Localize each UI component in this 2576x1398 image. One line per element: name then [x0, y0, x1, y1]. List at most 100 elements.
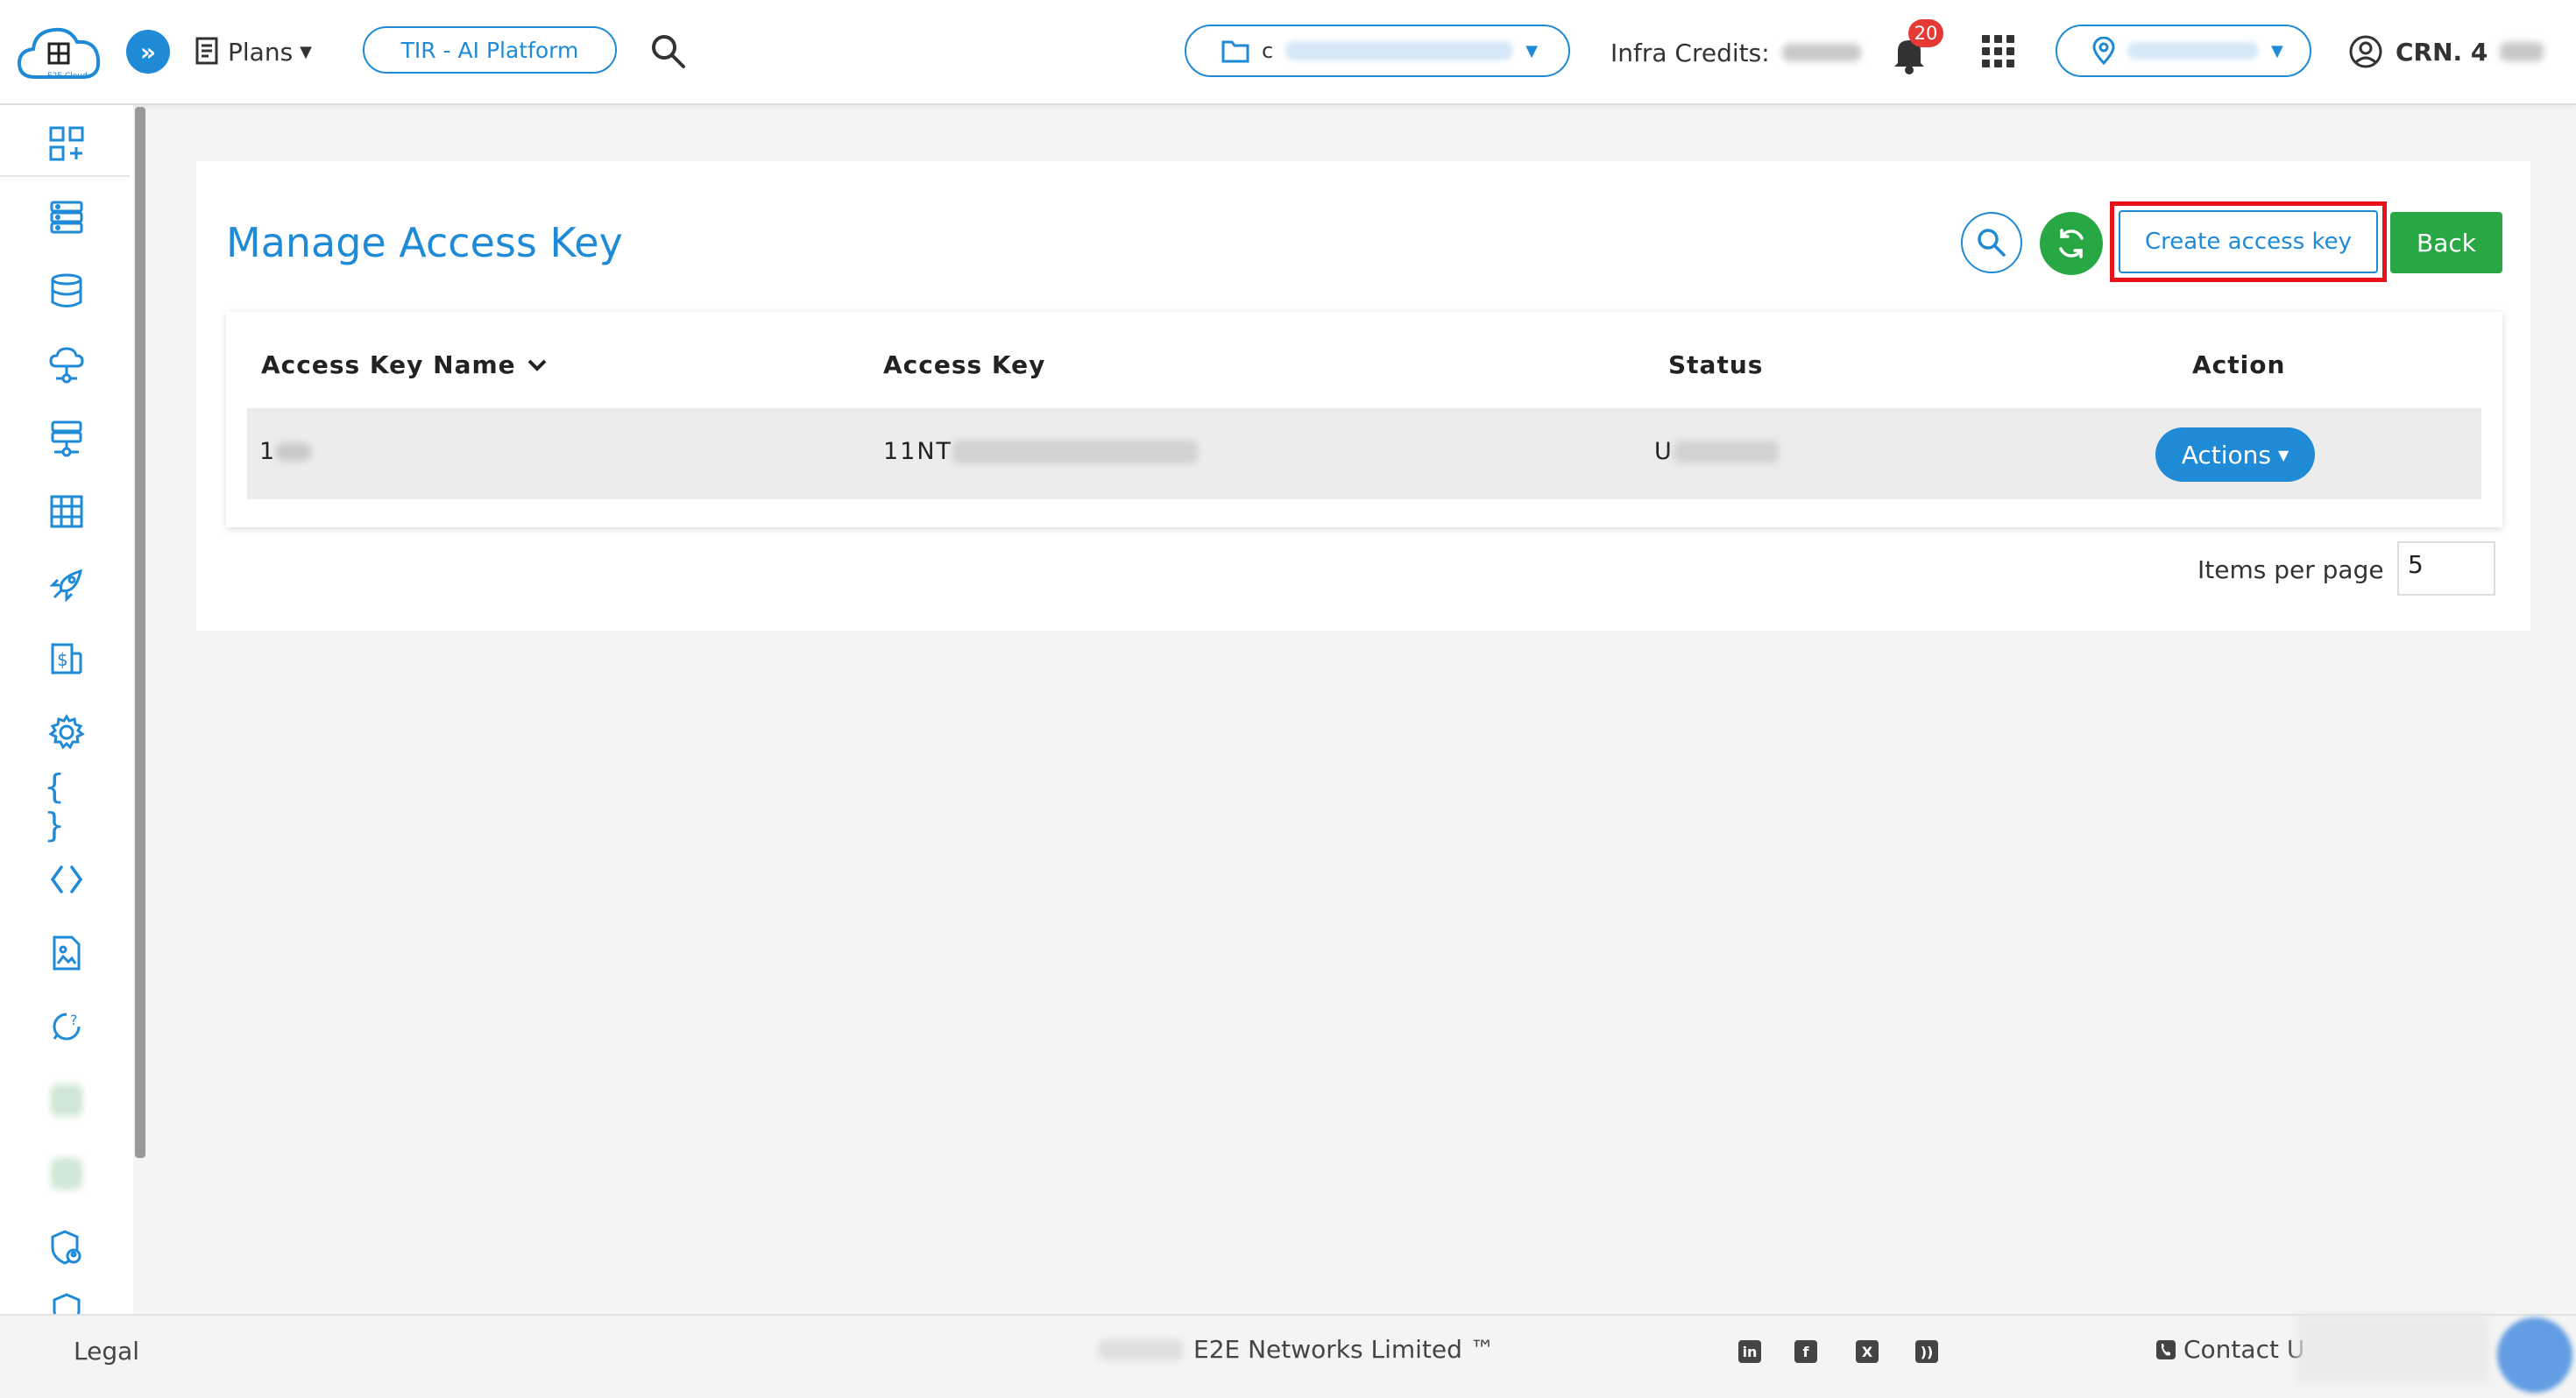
- expand-sidebar-button[interactable]: »: [126, 30, 170, 74]
- svg-text:$: $: [57, 649, 68, 670]
- items-per-page-label: Items per page: [2197, 555, 2384, 584]
- column-header-label: Access Key: [883, 350, 1046, 379]
- column-header-label: Action: [2192, 350, 2286, 379]
- sidebar-item-database[interactable]: [44, 268, 89, 314]
- sidebar-item-servers[interactable]: [44, 194, 89, 240]
- chevron-down-icon: ▼: [300, 42, 312, 61]
- search-icon[interactable]: [648, 32, 689, 72]
- sidebar-item-blurred-1[interactable]: [44, 1077, 89, 1123]
- access-key-value-redacted: [952, 439, 1199, 464]
- sidebar-divider: [0, 175, 130, 177]
- access-key-name-redacted: [276, 442, 312, 461]
- copyright-year-redacted: [1099, 1338, 1183, 1360]
- infra-credits-value-redacted: [1781, 44, 1861, 61]
- column-header-status: Status: [1668, 350, 1763, 379]
- sidebar-item-dashboard[interactable]: [44, 121, 89, 166]
- refresh-button[interactable]: [2040, 212, 2103, 275]
- sidebar-item-api[interactable]: { }: [44, 767, 89, 844]
- plans-menu[interactable]: Plans ▼: [195, 30, 312, 74]
- create-access-key-button[interactable]: Create access key: [2119, 210, 2378, 273]
- project-select[interactable]: c ▼: [1185, 25, 1570, 77]
- location-select[interactable]: ▼: [2056, 25, 2311, 77]
- crn-label: CRN. 4: [2396, 37, 2488, 67]
- sidebar-item-blurred-2[interactable]: [44, 1151, 89, 1197]
- chevron-down-icon: ▼: [2271, 41, 2283, 60]
- search-icon: [1978, 229, 2006, 257]
- project-name: c: [1262, 39, 1274, 63]
- sidebar-item-network[interactable]: [44, 415, 89, 461]
- sidebar-item-documents[interactable]: [44, 930, 89, 976]
- location-pin-icon: [2092, 37, 2115, 65]
- facebook-icon[interactable]: f: [1794, 1340, 1817, 1363]
- contact-us-link[interactable]: Contact U: [2155, 1335, 2304, 1364]
- sidebar-item-grid[interactable]: [44, 489, 89, 534]
- copyright-text: E2E Networks Limited ™: [1193, 1335, 1495, 1364]
- blurred-icon: [51, 1084, 82, 1116]
- svg-text:?: ?: [70, 1012, 78, 1028]
- code-icon: [50, 865, 83, 893]
- document-image-icon: [53, 936, 81, 971]
- column-header-action: Action: [2192, 350, 2285, 379]
- blurred-icon: [51, 1158, 82, 1190]
- rss-icon[interactable]: )): [1915, 1340, 1938, 1363]
- x-twitter-icon[interactable]: X: [1856, 1340, 1879, 1363]
- infra-credits: Infra Credits:: [1610, 32, 1861, 74]
- row-actions-dropdown[interactable]: Actions ▼: [2155, 427, 2315, 482]
- notification-badge: 20: [1908, 19, 1943, 47]
- network-icon: [51, 420, 82, 457]
- status-value-redacted: [1673, 440, 1779, 463]
- gear-icon: [48, 714, 85, 750]
- linkedin-icon[interactable]: in: [1738, 1340, 1761, 1363]
- sidebar-item-settings[interactable]: [44, 710, 89, 755]
- actions-label: Actions: [2181, 440, 2271, 470]
- sidebar-item-code[interactable]: [44, 857, 89, 902]
- cloud-network-icon: [49, 347, 84, 384]
- search-button[interactable]: [1961, 212, 2022, 273]
- chat-refresh-icon: ?: [53, 1012, 81, 1041]
- column-header-name[interactable]: Access Key Name: [261, 350, 548, 379]
- code-braces-icon: { }: [44, 767, 66, 844]
- sidebar-item-deploy[interactable]: [44, 562, 89, 608]
- status-value: U: [1654, 438, 1674, 465]
- user-account-menu[interactable]: CRN. 4: [2348, 30, 2544, 74]
- access-key-value: 11NT: [883, 438, 953, 465]
- column-header-label: Status: [1668, 350, 1764, 379]
- rocket-icon: [49, 568, 83, 603]
- shield-user-icon: [51, 1230, 81, 1265]
- access-key-name-cell: 1: [259, 438, 312, 465]
- sidebar-item-billing[interactable]: $: [44, 636, 89, 681]
- chevron-down-icon: ▼: [1525, 41, 1539, 60]
- apps-grid-icon[interactable]: [1982, 35, 2014, 67]
- sidebar-item-support[interactable]: ?: [44, 1004, 89, 1049]
- copyright: E2E Networks Limited ™: [1099, 1335, 1495, 1364]
- sidebar-scrollbar[interactable]: [135, 107, 145, 1158]
- contact-label: Contact U: [2183, 1335, 2305, 1364]
- dashboard-icon: [49, 126, 84, 161]
- status-cell: U: [1654, 438, 1779, 465]
- column-header-access-key: Access Key: [883, 350, 1045, 379]
- project-name-redacted: [1285, 41, 1514, 60]
- access-key-cell: 11NT: [883, 438, 1199, 465]
- items-per-page-input[interactable]: 5: [2397, 541, 2495, 596]
- phone-icon: [2156, 1339, 2176, 1359]
- sidebar-item-cloud-network[interactable]: [44, 342, 89, 387]
- page-title: Manage Access Key: [226, 219, 623, 266]
- location-name-redacted: [2127, 42, 2259, 60]
- grid-table-icon: [50, 495, 83, 528]
- legal-link[interactable]: Legal: [74, 1337, 139, 1366]
- refresh-icon: [2059, 229, 2084, 258]
- access-key-name: 1: [259, 438, 277, 465]
- user-circle-icon: [2349, 35, 2382, 68]
- logo-text: E2E Cloud: [47, 72, 88, 81]
- plans-label: Plans: [228, 37, 294, 67]
- billing-icon: $: [51, 643, 82, 674]
- sidebar-item-security-user[interactable]: [44, 1225, 89, 1270]
- crn-value-redacted: [2500, 42, 2544, 61]
- database-icon: [51, 273, 82, 307]
- chat-widget-button[interactable]: [2497, 1317, 2572, 1393]
- back-button[interactable]: Back: [2390, 212, 2502, 273]
- sort-chevron-down-icon: [527, 359, 547, 371]
- tir-ai-platform-button[interactable]: TIR - AI Platform: [363, 26, 617, 74]
- server-icon: [50, 201, 83, 234]
- plans-icon: [195, 37, 218, 65]
